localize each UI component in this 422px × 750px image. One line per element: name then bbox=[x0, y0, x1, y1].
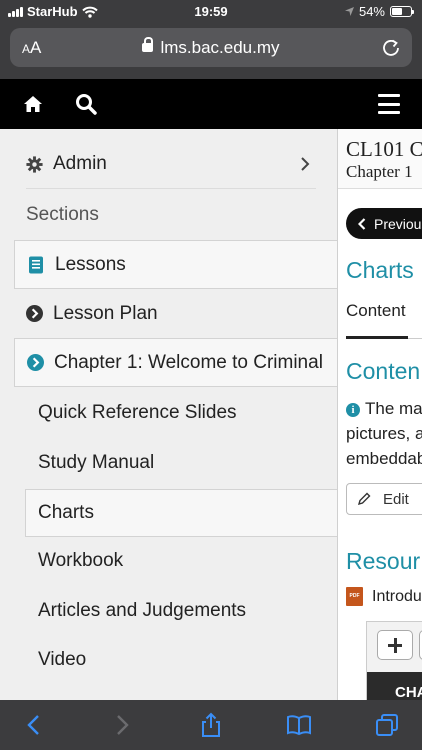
sub-item-articles-and-judgements[interactable]: Articles and Judgements bbox=[38, 600, 246, 622]
chevron-right-icon bbox=[301, 157, 310, 171]
battery-level-fill bbox=[392, 8, 402, 15]
battery-icon bbox=[390, 6, 414, 17]
sections-label: Sections bbox=[26, 204, 99, 225]
sub-item-quick-reference-slides[interactable]: Quick Reference Slides bbox=[38, 402, 237, 424]
sub-item-charts[interactable]: Charts bbox=[25, 489, 337, 537]
info-icon: i bbox=[346, 403, 360, 417]
forward-icon[interactable] bbox=[108, 712, 134, 738]
battery-percent: 54% bbox=[358, 4, 385, 19]
embedded-slide: CHA bbox=[367, 672, 422, 700]
embedded-slide-title: CHA bbox=[395, 684, 422, 700]
reload-icon[interactable] bbox=[381, 37, 401, 57]
search-icon[interactable] bbox=[74, 92, 98, 116]
sub-item-video[interactable]: Video bbox=[38, 649, 86, 671]
hamburger-menu-icon[interactable] bbox=[378, 94, 400, 114]
resource-link[interactable]: PDF Introdu bbox=[346, 587, 422, 606]
previous-button[interactable]: Previous bbox=[346, 208, 422, 239]
admin-menu-item[interactable]: Admin bbox=[26, 140, 316, 189]
site-header bbox=[0, 79, 422, 129]
pencil-icon bbox=[357, 492, 371, 506]
tab-content[interactable]: Content bbox=[346, 301, 406, 321]
share-icon[interactable] bbox=[198, 712, 224, 738]
previous-label: Previous bbox=[374, 215, 422, 232]
status-bar: StarHub 19:59 54% bbox=[0, 0, 422, 24]
info-line: pictures, a bbox=[346, 424, 422, 443]
course-subtitle: Chapter 1 bbox=[346, 162, 413, 181]
page-title: Charts bbox=[346, 257, 414, 283]
location-arrow-icon bbox=[344, 7, 354, 16]
resource-label: Introdu bbox=[372, 587, 422, 605]
bookmarks-icon[interactable] bbox=[286, 712, 312, 738]
nav-item-chapter-1[interactable]: Chapter 1: Welcome to Criminal bbox=[14, 338, 337, 387]
info-text: The ma bbox=[365, 399, 422, 418]
nav-item-label: Lessons bbox=[55, 253, 126, 275]
nav-item-lessons[interactable]: Lessons bbox=[14, 240, 337, 289]
tabs-icon[interactable] bbox=[374, 712, 400, 738]
info-line: embeddab bbox=[346, 449, 422, 468]
sub-item-label: Charts bbox=[38, 502, 94, 523]
chevron-circle-icon bbox=[27, 354, 44, 371]
gear-icon bbox=[26, 155, 43, 173]
battery-group: 54% bbox=[344, 4, 414, 19]
section-heading-content: Conten bbox=[346, 358, 421, 384]
admin-label: Admin bbox=[53, 153, 107, 174]
section-heading-resources: Resour bbox=[346, 548, 421, 574]
chevron-circle-icon bbox=[26, 305, 43, 322]
course-title: CL101 C bbox=[346, 137, 422, 161]
lock-icon bbox=[142, 37, 154, 52]
nav-item-label: Lesson Plan bbox=[53, 302, 158, 324]
url-display: lms.bac.edu.my bbox=[10, 37, 412, 58]
info-line: i The ma bbox=[346, 399, 422, 419]
sub-item-workbook[interactable]: Workbook bbox=[38, 550, 123, 572]
browser-chrome: StarHub 19:59 54% AA lms.bac.edu.my bbox=[0, 0, 422, 79]
browser-toolbar bbox=[0, 700, 422, 750]
course-header: CL101 C Chapter 1 bbox=[338, 129, 422, 189]
navigation-drawer: Admin Sections Lessons Lesson Plan Chapt… bbox=[0, 129, 337, 700]
zoom-in-button[interactable] bbox=[377, 630, 413, 660]
nav-item-label: Chapter 1: Welcome to Criminal bbox=[54, 351, 323, 373]
embedded-viewer: CHA bbox=[366, 621, 422, 700]
edit-label: Edit bbox=[383, 490, 409, 508]
chevron-left-icon bbox=[358, 217, 366, 230]
book-icon bbox=[29, 256, 43, 273]
active-tab-indicator bbox=[346, 336, 408, 339]
pdf-file-icon: PDF bbox=[346, 587, 363, 606]
sub-item-study-manual[interactable]: Study Manual bbox=[38, 452, 154, 474]
nav-item-lesson-plan[interactable]: Lesson Plan bbox=[26, 289, 337, 338]
main-content: CL101 C Chapter 1 Previous Charts Conten… bbox=[337, 129, 422, 700]
back-icon[interactable] bbox=[22, 712, 48, 738]
address-bar[interactable]: AA lms.bac.edu.my bbox=[10, 28, 412, 67]
edit-button[interactable]: Edit bbox=[346, 483, 422, 515]
url-text: lms.bac.edu.my bbox=[160, 38, 280, 57]
home-icon[interactable] bbox=[22, 93, 44, 115]
